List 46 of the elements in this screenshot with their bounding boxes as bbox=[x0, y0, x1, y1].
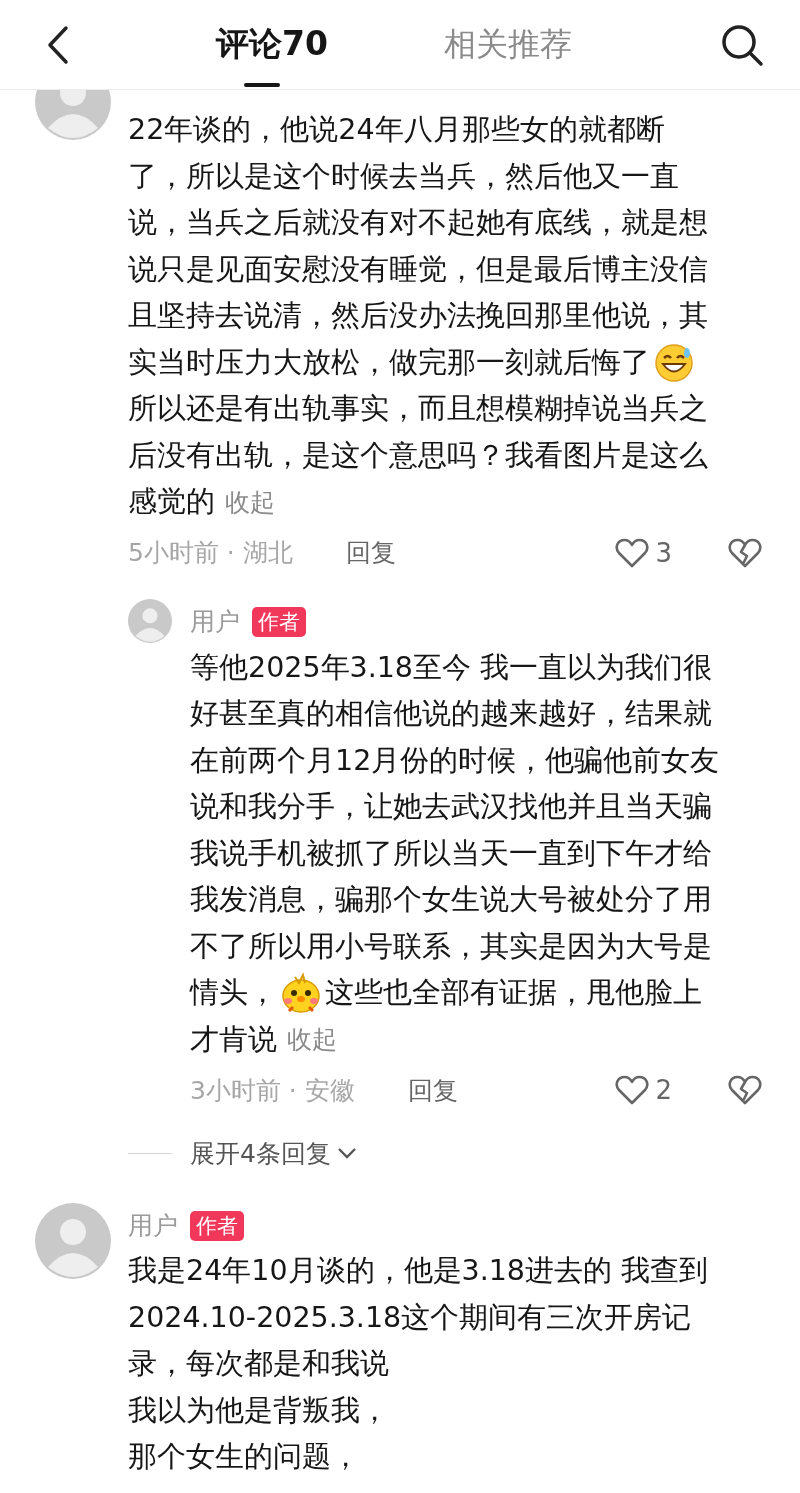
time-location: 3小时前 · 安徽 bbox=[190, 1074, 356, 1107]
collapse-link[interactable]: 收起 bbox=[215, 485, 275, 519]
comment-text: 这些也全部有证据，甩他脸上 bbox=[325, 975, 702, 1012]
comment-text: 等他2025年3.18至今 我一直以为我们很 bbox=[190, 649, 713, 686]
broken-heart-icon[interactable] bbox=[728, 1075, 762, 1105]
author-badge: 作者 bbox=[252, 606, 306, 637]
comment-text: 好甚至真的相信他说的越来越好，结果就 bbox=[190, 696, 712, 733]
comment-text: 情头， bbox=[190, 975, 277, 1012]
chevron-down-icon bbox=[336, 1147, 357, 1159]
like-button[interactable]: 2 bbox=[615, 1075, 672, 1105]
back-icon[interactable] bbox=[46, 24, 70, 65]
comment-text: 了，所以是这个时候去当兵，然后他又一直 bbox=[128, 158, 679, 195]
comment-text: 说，当兵之后就没有对不起她有底线，就是想 bbox=[128, 205, 708, 242]
comment-text: 且坚持去说清，然后没办法挽回那里他说，其 bbox=[128, 298, 708, 335]
comment-text: 不了所以用小号联系，其实是因为大号是 bbox=[190, 928, 712, 965]
expand-replies-button[interactable]: 展开4条回复 bbox=[190, 1136, 357, 1170]
broken-heart-icon[interactable] bbox=[728, 537, 762, 568]
comment-text: 2024.10-2025.3.18这个期间有三次开房记 bbox=[128, 1299, 692, 1336]
reply-button[interactable]: 回复 bbox=[408, 1073, 458, 1107]
tab[interactable]: 相关推荐 bbox=[443, 0, 572, 90]
comment-text: 录，每次都是和我说 bbox=[128, 1346, 389, 1383]
comment-text: 我是24年10月谈的，他是3.18进去的 我查到 bbox=[128, 1253, 709, 1290]
comment-text: 说只是见面安慰没有睡觉，但是最后博主没信 bbox=[128, 251, 708, 288]
comment-text: 我以为他是背叛我， bbox=[128, 1392, 389, 1429]
heart-icon bbox=[615, 1075, 650, 1105]
comment-text: 实当时压力大放松，做完那一刻就后悔了 bbox=[128, 344, 650, 381]
reply-button[interactable]: 回复 bbox=[346, 536, 396, 569]
collapse-link[interactable]: 收起 bbox=[277, 1023, 337, 1057]
comment-text: 那个女生的问题， bbox=[128, 1439, 360, 1476]
author-badge: 作者 bbox=[190, 1210, 244, 1241]
comment-text: 后没有出轨，是这个意思吗？我看图片是这么 bbox=[128, 437, 708, 474]
comment-text: 我发消息，骗那个女生说大号被处分了用 bbox=[190, 882, 712, 919]
comment-text: 感觉的 bbox=[128, 484, 215, 521]
chick-emoji-icon bbox=[279, 971, 323, 1016]
comment-text: 所以还是有出轨事实，而且想模糊掉说当兵之 bbox=[128, 391, 708, 428]
comment-text: 22年谈的，他说24年八月那些女的就都断 bbox=[128, 112, 665, 149]
search-icon[interactable] bbox=[720, 22, 764, 67]
tab[interactable]: 评论70 bbox=[216, 0, 328, 90]
like-button[interactable]: 3 bbox=[615, 537, 672, 568]
comment-text: 在前两个月12月份的时候，他骗他前女友 bbox=[190, 742, 720, 779]
comment-text: 才肯说 bbox=[190, 1021, 277, 1058]
comment-text: 我说手机被抓了所以当天一直到下午才给 bbox=[190, 835, 712, 872]
time-location: 5小时前 · 湖北 bbox=[128, 537, 294, 569]
heart-icon bbox=[615, 537, 650, 568]
comment-text: 说和我分手，让她去武汉找他并且当天骗 bbox=[190, 789, 712, 826]
grin-emoji-icon bbox=[654, 342, 694, 383]
